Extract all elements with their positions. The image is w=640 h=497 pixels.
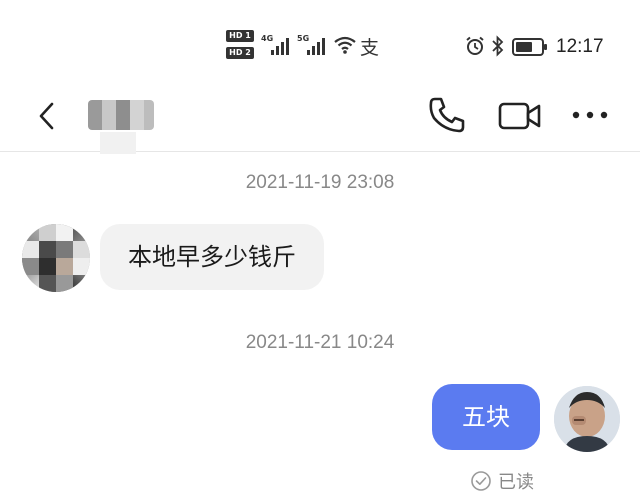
more-options-button[interactable]: [570, 100, 610, 130]
read-status-label: 已读: [498, 472, 534, 493]
incoming-message-text: 本地早多少钱斤: [128, 243, 296, 271]
video-camera-icon: [498, 102, 541, 130]
message-timestamp: 2021-11-21 10:24: [245, 332, 395, 353]
check-circle-icon: [471, 471, 491, 491]
status-bar: HD 1 HD 2 4G 5G 支 12:17: [0, 0, 640, 92]
hd-icon: HD 1 HD 2: [226, 30, 256, 66]
outgoing-message-text: 五块: [462, 403, 510, 431]
outgoing-message-bubble[interactable]: 五块: [432, 384, 540, 450]
video-call-button[interactable]: [497, 96, 543, 136]
incoming-message-bubble[interactable]: 本地早多少钱斤: [100, 224, 324, 290]
my-avatar[interactable]: [554, 386, 620, 452]
battery-icon: [512, 38, 548, 60]
status-time: 12:17: [556, 36, 604, 57]
chat-header: [0, 92, 640, 154]
wifi-icon: [334, 36, 356, 58]
voice-call-button[interactable]: [426, 94, 468, 136]
back-arrow-icon: [39, 102, 54, 130]
hd2-tag: HD 2: [226, 47, 254, 59]
alipay-icon: 支: [360, 37, 380, 59]
more-icon: [572, 111, 608, 119]
contact-avatar[interactable]: [22, 224, 90, 292]
bluetooth-icon: [491, 35, 505, 61]
phone-icon: [429, 97, 465, 133]
contact-name-blur: [100, 132, 136, 154]
hd1-tag: HD 1: [226, 30, 254, 42]
message-timestamp: 2021-11-19 23:08: [245, 172, 395, 193]
read-receipt: 已读: [470, 468, 534, 494]
back-button[interactable]: [30, 98, 66, 134]
contact-name[interactable]: [88, 100, 154, 130]
alarm-icon: [465, 36, 485, 60]
